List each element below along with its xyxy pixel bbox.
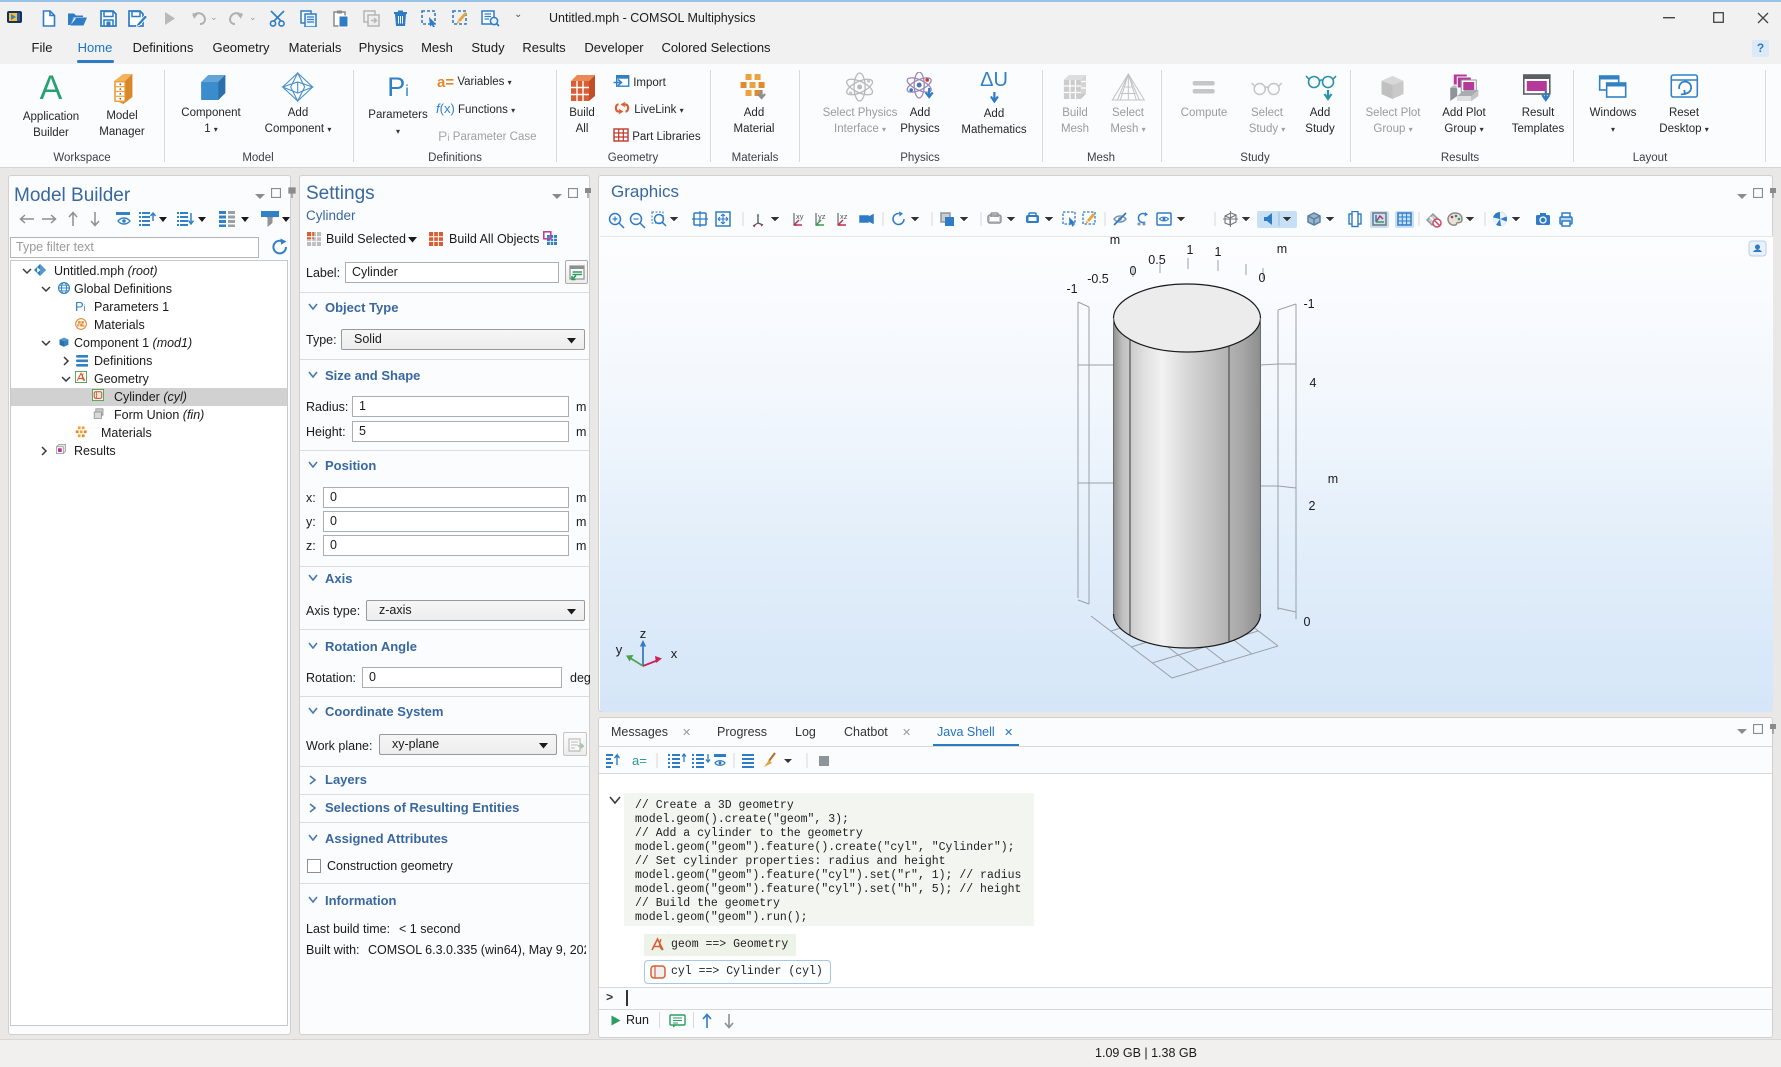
svg-text:0: 0 <box>1130 264 1137 278</box>
svg-text:-1: -1 <box>1066 282 1077 296</box>
svg-text:m: m <box>1277 242 1287 256</box>
svg-text:0.5: 0.5 <box>1148 253 1165 267</box>
svg-text:z: z <box>640 626 647 641</box>
svg-text:0: 0 <box>1304 615 1311 629</box>
svg-text:2: 2 <box>1309 499 1316 513</box>
svg-text:0: 0 <box>1259 271 1266 285</box>
svg-text:1: 1 <box>1187 243 1194 257</box>
svg-text:x: x <box>671 646 678 661</box>
svg-text:a=: a= <box>632 753 647 768</box>
svg-text:m: m <box>1110 237 1120 247</box>
svg-text:4: 4 <box>1310 376 1317 390</box>
svg-text:xy: xy <box>796 212 804 221</box>
svg-text:-0.5: -0.5 <box>1087 272 1109 286</box>
svg-text:-1: -1 <box>1303 297 1314 311</box>
svg-text:m: m <box>1328 472 1338 486</box>
svg-text:1: 1 <box>1215 245 1222 259</box>
svg-text:xz: xz <box>840 212 848 221</box>
svg-text:yz: yz <box>818 212 826 221</box>
svg-text:y: y <box>616 642 623 657</box>
